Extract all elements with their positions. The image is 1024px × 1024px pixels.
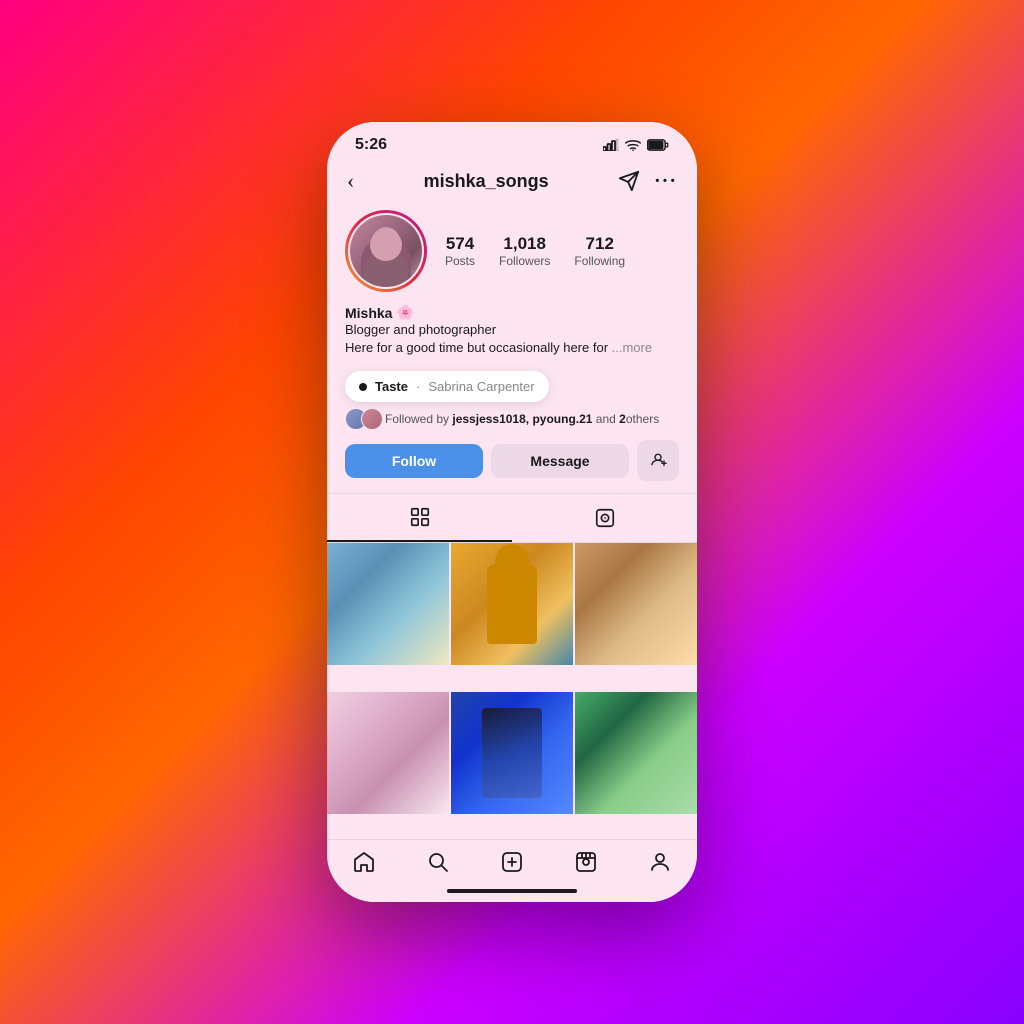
followed-by: Followed by jessjess1018, pyoung.21 and … bbox=[345, 408, 679, 430]
nav-actions: ··· bbox=[618, 170, 677, 193]
grid-cell[interactable] bbox=[327, 543, 449, 665]
music-artist: Sabrina Carpenter bbox=[428, 379, 534, 394]
following-stat[interactable]: 712 Following bbox=[574, 234, 625, 268]
music-tooltip[interactable]: Taste · Sabrina Carpenter bbox=[345, 371, 549, 402]
bio-text: Blogger and photographer Here for a good… bbox=[345, 321, 679, 357]
following-label: Following bbox=[574, 254, 625, 268]
followers-label: Followers bbox=[499, 254, 550, 268]
follow-button[interactable]: Follow bbox=[345, 444, 483, 478]
grid-cell[interactable] bbox=[575, 692, 697, 814]
search-icon bbox=[426, 850, 450, 874]
nav-search[interactable] bbox=[401, 850, 475, 874]
battery-icon bbox=[647, 139, 669, 151]
wifi-icon bbox=[625, 139, 641, 151]
home-bar bbox=[447, 889, 577, 893]
tab-grid[interactable] bbox=[327, 494, 512, 542]
following-count: 712 bbox=[586, 234, 614, 254]
followed-avatars bbox=[345, 408, 377, 430]
grid-cell[interactable] bbox=[451, 692, 573, 814]
profile-icon bbox=[648, 850, 672, 874]
action-buttons: Follow Message bbox=[345, 440, 679, 481]
stats-row: 574 Posts 1,018 Followers 712 Following bbox=[445, 234, 679, 268]
grid-cell[interactable] bbox=[451, 543, 573, 665]
nav-profile[interactable] bbox=[623, 850, 697, 874]
verified-badge: 🌸 bbox=[396, 304, 413, 321]
status-time: 5:26 bbox=[355, 136, 387, 154]
reels-icon bbox=[574, 850, 598, 874]
nav-create[interactable] bbox=[475, 850, 549, 874]
posts-label: Posts bbox=[445, 254, 475, 268]
nav-reels[interactable] bbox=[549, 850, 623, 874]
grid-cell[interactable] bbox=[327, 692, 449, 814]
followed-text: Followed by jessjess1018, pyoung.21 and … bbox=[385, 412, 659, 426]
music-song: Taste bbox=[375, 379, 408, 394]
profile-name: Mishka 🌸 bbox=[345, 304, 679, 321]
followed-avatar-2 bbox=[361, 408, 383, 430]
photo-grid bbox=[327, 543, 697, 839]
back-button[interactable]: ‹ bbox=[347, 168, 354, 194]
profile-section: 574 Posts 1,018 Followers 712 Following … bbox=[327, 200, 697, 493]
add-person-icon bbox=[649, 449, 667, 467]
tab-tagged[interactable] bbox=[512, 494, 697, 542]
nav-username: mishka_songs bbox=[424, 171, 549, 192]
home-icon bbox=[352, 850, 376, 874]
message-button[interactable]: Message bbox=[491, 444, 629, 478]
status-bar: 5:26 bbox=[327, 122, 697, 160]
music-playing-dot bbox=[359, 383, 367, 391]
home-indicator bbox=[327, 880, 697, 902]
posts-stat[interactable]: 574 Posts bbox=[445, 234, 475, 268]
send-icon[interactable] bbox=[618, 170, 640, 192]
grid-cell[interactable] bbox=[575, 543, 697, 665]
create-icon bbox=[500, 850, 524, 874]
nav-home[interactable] bbox=[327, 850, 401, 874]
phone-frame: 5:26 ‹ mishka_songs bbox=[327, 122, 697, 902]
tab-bar bbox=[327, 493, 697, 543]
followers-stat[interactable]: 1,018 Followers bbox=[499, 234, 550, 268]
followers-count: 1,018 bbox=[503, 234, 546, 254]
music-separator: · bbox=[416, 379, 420, 394]
grid-icon bbox=[409, 506, 431, 528]
signal-icon bbox=[603, 139, 619, 151]
nav-bar: ‹ mishka_songs ··· bbox=[327, 160, 697, 200]
status-icons bbox=[603, 139, 669, 151]
add-friend-button[interactable] bbox=[637, 440, 679, 481]
more-button[interactable]: ··· bbox=[654, 170, 677, 193]
tagged-icon bbox=[594, 507, 616, 529]
bottom-nav bbox=[327, 839, 697, 880]
profile-header: 574 Posts 1,018 Followers 712 Following bbox=[345, 210, 679, 292]
bio-section: Mishka 🌸 Blogger and photographer Here f… bbox=[345, 304, 679, 357]
posts-count: 574 bbox=[446, 234, 474, 254]
avatar[interactable] bbox=[345, 210, 427, 292]
